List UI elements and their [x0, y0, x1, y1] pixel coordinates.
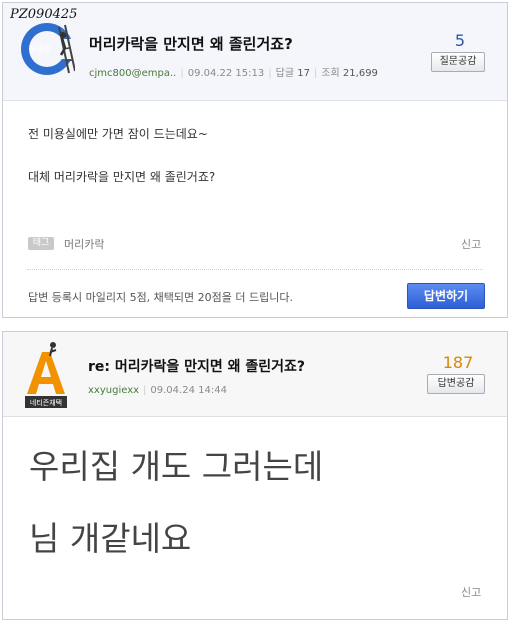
answer-body-line-1: 우리집 개도 그러는데: [29, 447, 324, 486]
question-report-link[interactable]: 신고: [461, 236, 481, 252]
solving-status-icon: 해결중: [21, 23, 75, 75]
answer-body-line-2: 님 개같네요: [29, 519, 192, 558]
answer-author[interactable]: xxyugiexx: [88, 385, 139, 396]
answer-meta: xxyugiexx | 09.04.24 14:44: [88, 385, 227, 396]
answers-count: 17: [297, 68, 310, 79]
answer-card: 네티즌채택 re: 머리카락을 만지면 왜 졸린거죠? xxyugiexx | 09…: [2, 331, 508, 620]
answer-date: 09.04.24 14:44: [150, 385, 227, 396]
tag-link[interactable]: 머리카락: [64, 236, 104, 252]
question-card: 해결중 머리카락을 만지면 왜 졸린거죠? cjmc800@empa.. | 09.…: [2, 2, 508, 318]
netizen-choice-icon: 네티즌채택: [25, 342, 67, 408]
answer-report-link[interactable]: 신고: [461, 584, 481, 600]
views-count: 21,699: [342, 68, 378, 79]
netizen-choice-label: 네티즌채택: [30, 398, 62, 407]
watermark: PZ090425: [10, 7, 78, 22]
answers-label: 답글: [275, 68, 295, 79]
question-date: 09.04.22 15:13: [187, 68, 265, 79]
question-body-line-2: 대체 머리카락을 만지면 왜 졸린거죠?: [28, 170, 216, 184]
question-meta: cjmc800@empa.. | 09.04.22 15:13 | 답글 17 | 조회 2…: [89, 68, 378, 79]
question-body-line-1: 전 미용실에만 가면 잠이 드는데요~: [28, 127, 208, 141]
answer-empathy-count: 187: [442, 353, 474, 372]
answer-empathy-button[interactable]: 답변공감: [427, 374, 485, 394]
divider: [27, 269, 483, 270]
answer-header: 네티즌채택 re: 머리카락을 만지면 왜 졸린거죠? xxyugiexx | 09…: [3, 332, 507, 417]
question-empathy-count: 5: [454, 31, 466, 50]
question-empathy-button[interactable]: 질문공감: [431, 52, 485, 72]
solving-status-label: 해결중: [29, 44, 51, 54]
answer-button[interactable]: 답변하기: [407, 283, 485, 309]
question-title: 머리카락을 만지면 왜 졸린거죠?: [89, 35, 293, 53]
views-label: 조회: [321, 68, 340, 79]
tag-badge: 태그: [28, 237, 54, 250]
question-author[interactable]: cjmc800@empa..: [89, 68, 176, 79]
question-header: 해결중 머리카락을 만지면 왜 졸린거죠? cjmc800@empa.. | 09.…: [3, 3, 507, 101]
points-notice: 답변 등록시 마일리지 5점, 채택되면 20점을 더 드립니다.: [28, 291, 293, 304]
answer-title: re: 머리카락을 만지면 왜 졸린거죠?: [88, 359, 306, 375]
